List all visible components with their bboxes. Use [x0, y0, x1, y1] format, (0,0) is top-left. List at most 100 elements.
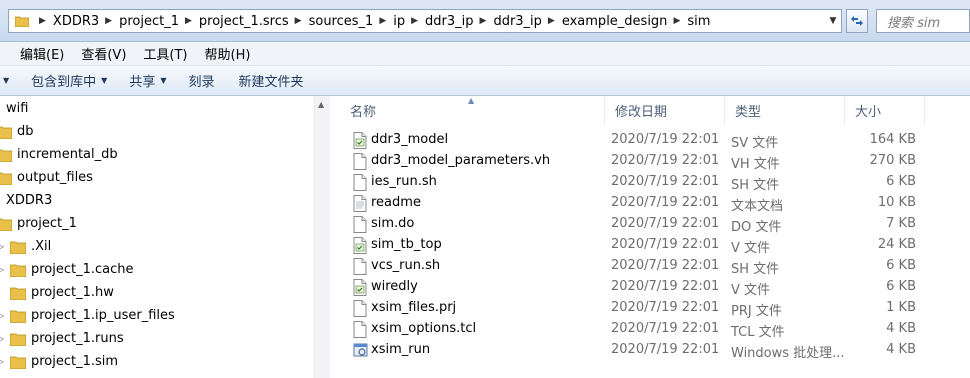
breadcrumb-item[interactable]: ▶ project_1.srcs — [179, 10, 289, 32]
breadcrumb-item[interactable]: ▶ XDDR3 — [33, 10, 99, 32]
nav-item-xil[interactable]: ▷ .Xil — [0, 235, 51, 258]
nav-item-output-files[interactable]: output_files — [0, 166, 93, 189]
file-row[interactable]: vcs_run.sh 2020/7/19 22:01 SH 文件 6 KB — [331, 256, 970, 277]
chevron-right-icon: ▶ — [411, 16, 419, 26]
expand-arrow-icon[interactable]: ▷ — [0, 265, 6, 274]
column-header-type[interactable]: 类型 — [725, 96, 845, 124]
file-row[interactable]: ddr3_model 2020/7/19 22:01 SV 文件 164 KB — [331, 130, 970, 151]
file-name: sim_tb_top — [371, 237, 442, 252]
menu-edit[interactable]: 编辑(E) — [20, 44, 64, 63]
file-row[interactable]: wiredly 2020/7/19 22:01 V 文件 6 KB — [331, 277, 970, 298]
expand-arrow-icon[interactable]: ▷ — [0, 311, 6, 320]
command-bar: ▼ 包含到库中 ▼ 共享 ▼ 刻录 新建文件夹 — [0, 66, 970, 96]
file-size: 6 KB — [886, 279, 916, 294]
file-type: TCL 文件 — [731, 325, 785, 340]
breadcrumb-item[interactable]: ▶ ip — [373, 10, 405, 32]
verilog-file-icon — [353, 132, 367, 149]
file-name: xsim_options.tcl — [371, 321, 477, 336]
nav-scrollbar[interactable]: ▲ — [314, 96, 330, 378]
expand-arrow-icon[interactable]: ▷ — [0, 334, 6, 343]
folder-icon — [9, 263, 27, 277]
file-name: sim.do — [371, 216, 415, 231]
address-dropdown-button[interactable]: ▼ — [824, 9, 842, 33]
file-modified-date: 2020/7/19 22:01 — [611, 195, 720, 210]
column-header-date[interactable]: 修改日期 — [605, 96, 725, 124]
column-header-size[interactable]: 大小 — [845, 96, 925, 124]
file-icon — [353, 300, 367, 317]
file-name: ies_run.sh — [371, 174, 437, 189]
file-modified-date: 2020/7/19 22:01 — [611, 321, 720, 336]
menu-bar: 编辑(E) 查看(V) 工具(T) 帮助(H) — [0, 42, 970, 66]
file-size: 6 KB — [886, 258, 916, 273]
search-input[interactable]: 搜索 sim — [876, 9, 970, 33]
chevron-right-icon: ▶ — [547, 16, 555, 26]
breadcrumb-item[interactable]: ▶ ddr3_ip — [474, 10, 542, 32]
expand-arrow-icon[interactable]: ▷ — [0, 357, 6, 366]
chevron-right-icon: ▶ — [673, 16, 681, 26]
file-row[interactable]: xsim_files.prj 2020/7/19 22:01 PRJ 文件 1 KB — [331, 298, 970, 319]
file-type: V 文件 — [731, 283, 771, 298]
nav-item-project-1-ip-user-files[interactable]: ▷ project_1.ip_user_files — [0, 304, 175, 327]
batch-file-icon — [353, 342, 368, 359]
nav-item-db[interactable]: db — [0, 120, 34, 143]
scroll-up-arrow-icon[interactable]: ▲ — [318, 100, 324, 109]
organize-dropdown[interactable]: ▼ — [3, 76, 9, 85]
chevron-right-icon: ▶ — [39, 16, 46, 26]
nav-item-project-1-runs[interactable]: ▷ project_1.runs — [0, 327, 124, 350]
file-name: xsim_run — [371, 342, 431, 357]
file-icon — [353, 174, 367, 191]
breadcrumb-item[interactable]: ▶ ddr3_ip — [405, 10, 473, 32]
folder-icon — [0, 125, 13, 139]
nav-item-incremental-db[interactable]: incremental_db — [0, 143, 118, 166]
menu-tools[interactable]: 工具(T) — [143, 44, 187, 63]
file-size: 10 KB — [877, 195, 916, 210]
folder-icon — [9, 355, 27, 369]
file-modified-date: 2020/7/19 22:01 — [611, 153, 720, 168]
file-list: ▲ 名称 修改日期 类型 大小 ddr3_model 2020/7/19 22:0… — [331, 96, 970, 378]
include-in-library-button[interactable]: 包含到库中 ▼ — [31, 71, 107, 90]
file-row[interactable]: sim.do 2020/7/19 22:01 DO 文件 7 KB — [331, 214, 970, 235]
refresh-button[interactable] — [846, 9, 868, 33]
navigation-pane: wifi db incremental_db output_files XDDR… — [0, 96, 330, 378]
file-row[interactable]: readme 2020/7/19 22:01 文本文档 10 KB — [331, 193, 970, 214]
burn-button[interactable]: 刻录 — [189, 71, 215, 90]
file-row[interactable]: ddr3_model_parameters.vh 2020/7/19 22:01 V… — [331, 151, 970, 172]
file-row[interactable]: xsim_run 2020/7/19 22:01 Windows 批处理... 4 K… — [331, 340, 970, 361]
file-size: 4 KB — [886, 321, 916, 336]
file-size: 270 KB — [869, 153, 916, 168]
breadcrumb-item[interactable]: ▶ sources_1 — [289, 10, 374, 32]
chevron-down-icon: ▼ — [3, 76, 10, 85]
file-type: DO 文件 — [731, 220, 782, 235]
file-type: VH 文件 — [731, 157, 780, 172]
breadcrumb-item[interactable]: ▶ project_1 — [99, 10, 179, 32]
nav-item-project-1-hw[interactable]: project_1.hw — [0, 281, 114, 304]
file-row[interactable]: ies_run.sh 2020/7/19 22:01 SH 文件 6 KB — [331, 172, 970, 193]
nav-item-project-1-sim[interactable]: ▷ project_1.sim — [0, 350, 118, 373]
share-button[interactable]: 共享 ▼ — [129, 71, 166, 90]
chevron-down-icon: ▼ — [829, 16, 837, 26]
file-row[interactable]: sim_tb_top 2020/7/19 22:01 V 文件 24 KB — [331, 235, 970, 256]
expand-arrow-icon[interactable]: ▷ — [0, 242, 6, 251]
file-name: vcs_run.sh — [371, 258, 441, 273]
chevron-right-icon: ▶ — [294, 16, 302, 26]
column-header-name[interactable]: 名称 — [340, 96, 605, 124]
file-size: 4 KB — [886, 342, 916, 357]
address-bar[interactable]: ▶ XDDR3 ▶ project_1 ▶ project_1.srcs ▶ sourc… — [8, 9, 842, 33]
chevron-right-icon: ▶ — [379, 16, 387, 26]
file-type: V 文件 — [731, 241, 771, 256]
breadcrumb-item[interactable]: ▶ sim — [667, 10, 710, 32]
menu-help[interactable]: 帮助(H) — [205, 44, 251, 63]
new-folder-button[interactable]: 新建文件夹 — [239, 71, 304, 90]
nav-item-wifi[interactable]: wifi — [6, 97, 28, 120]
file-modified-date: 2020/7/19 22:01 — [611, 237, 720, 252]
file-row[interactable]: xsim_options.tcl 2020/7/19 22:01 TCL 文件 4 K… — [331, 319, 970, 340]
breadcrumb-item[interactable]: ▶ example_design — [542, 10, 668, 32]
chevron-right-icon: ▶ — [184, 16, 192, 26]
file-modified-date: 2020/7/19 22:01 — [611, 174, 720, 189]
menu-view[interactable]: 查看(V) — [81, 44, 126, 63]
nav-item-xddr3[interactable]: XDDR3 — [6, 189, 52, 212]
file-type: SH 文件 — [731, 262, 780, 277]
nav-item-project-1[interactable]: project_1 — [0, 212, 77, 235]
refresh-icon — [851, 16, 863, 26]
nav-item-project-1-cache[interactable]: ▷ project_1.cache — [0, 258, 134, 281]
